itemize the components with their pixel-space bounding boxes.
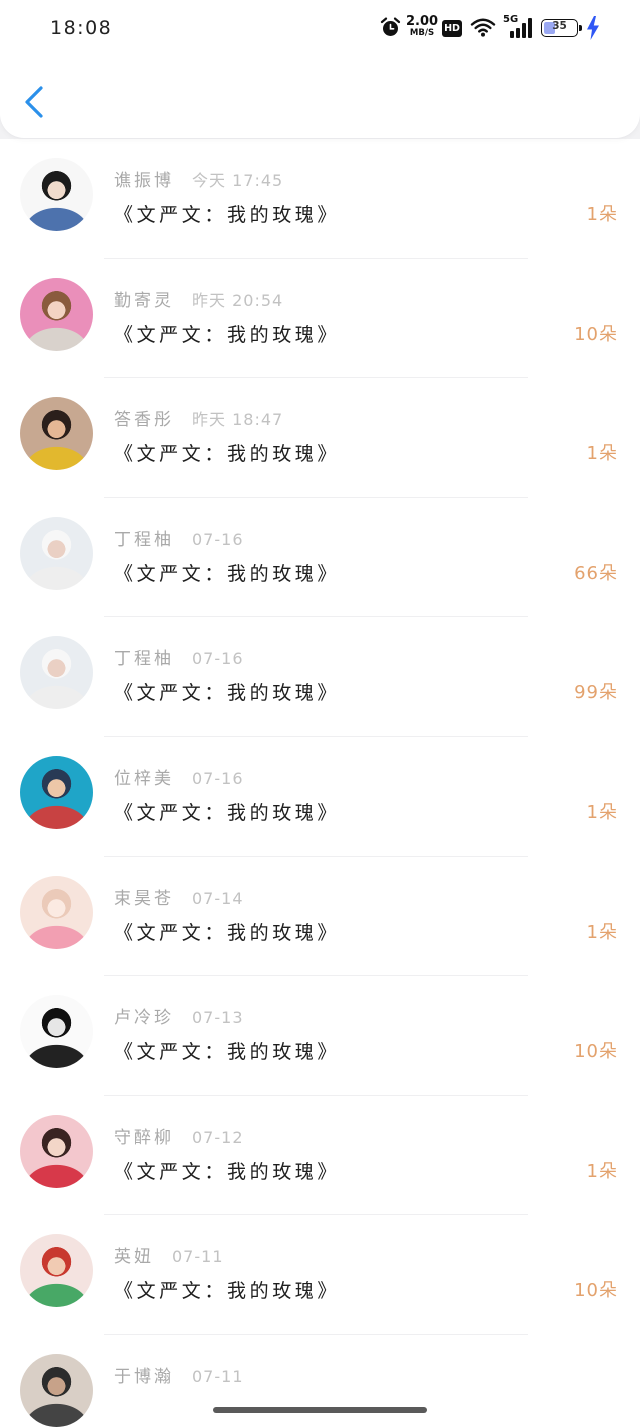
list-item[interactable]: 位梓美 07-16 《文严文：我的玫瑰》 1朵 bbox=[0, 737, 640, 857]
item-title: 《文严文：我的玫瑰》 bbox=[114, 921, 341, 944]
item-title: 《文严文：我的玫瑰》 bbox=[114, 323, 341, 346]
rose-count: 66朵 bbox=[574, 562, 618, 584]
battery-icon: 35 bbox=[541, 19, 585, 38]
sent-time: 07-11 bbox=[172, 1247, 224, 1267]
avatar[interactable] bbox=[20, 158, 93, 231]
rose-count: 1朵 bbox=[586, 921, 618, 943]
avatar[interactable] bbox=[20, 875, 93, 949]
item-title: 《文严文：我的玫瑰》 bbox=[114, 204, 341, 226]
avatar[interactable] bbox=[20, 1353, 93, 1427]
sender-name: 束昊苍 bbox=[114, 888, 174, 909]
alarm-icon bbox=[380, 17, 401, 38]
battery-level: 35 bbox=[552, 20, 567, 32]
item-meta: 卢冷珍 07-13 bbox=[114, 1007, 244, 1029]
avatar[interactable] bbox=[20, 995, 93, 1069]
list-item[interactable]: 谯振博 今天 17:45 《文严文：我的玫瑰》 1朵 bbox=[0, 139, 640, 259]
sender-name: 守醉柳 bbox=[114, 1127, 174, 1148]
list-item[interactable]: 守醉柳 07-12 《文严文：我的玫瑰》 1朵 bbox=[0, 1096, 640, 1216]
item-meta: 答香彤 昨天 18:47 bbox=[114, 409, 283, 431]
list-item[interactable]: 卢冷珍 07-13 《文严文：我的玫瑰》 10朵 bbox=[0, 976, 640, 1096]
charging-icon bbox=[587, 16, 599, 40]
wifi-icon bbox=[470, 17, 496, 37]
list-item[interactable]: 答香彤 昨天 18:47 《文严文：我的玫瑰》 1朵 bbox=[0, 378, 640, 498]
sender-name: 答香彤 bbox=[114, 410, 174, 431]
sender-name: 于博瀚 bbox=[114, 1366, 174, 1387]
item-meta: 英妞 07-11 bbox=[114, 1246, 224, 1268]
list-item[interactable]: 英妞 07-11 《文严文：我的玫瑰》 10朵 bbox=[0, 1215, 640, 1335]
battery-body: 35 bbox=[541, 19, 578, 37]
rose-count: 10朵 bbox=[574, 323, 618, 345]
home-indicator bbox=[213, 1407, 427, 1413]
rose-count: 1朵 bbox=[586, 204, 618, 225]
network-speed-unit: MB/S bbox=[409, 28, 435, 38]
rose-count: 99朵 bbox=[574, 682, 618, 704]
sent-time: 今天 17:45 bbox=[192, 171, 284, 190]
avatar[interactable] bbox=[20, 1234, 93, 1308]
rose-count: 1朵 bbox=[586, 443, 618, 465]
sent-time: 07-11 bbox=[192, 1366, 244, 1386]
sender-name: 丁程柚 bbox=[114, 529, 174, 550]
signal-icon: 5G bbox=[503, 15, 533, 38]
item-meta: 勤寄灵 昨天 20:54 bbox=[114, 290, 283, 312]
sent-time: 07-14 bbox=[192, 888, 244, 908]
item-title: 《文严文：我的玫瑰》 bbox=[114, 443, 341, 466]
avatar[interactable] bbox=[20, 397, 93, 471]
item-meta: 于博瀚 07-11 bbox=[114, 1366, 244, 1388]
sender-name: 卢冷珍 bbox=[114, 1008, 174, 1029]
item-title: 《文严文：我的玫瑰》 bbox=[114, 801, 341, 824]
item-title: 《文严文：我的玫瑰》 bbox=[114, 1160, 341, 1183]
header-bar: 18:08 2.00 MB/S HD 5G 35 bbox=[0, 0, 640, 138]
item-title: 《文严文：我的玫瑰》 bbox=[114, 1041, 341, 1064]
list-item[interactable]: 丁程柚 07-16 《文严文：我的玫瑰》 66朵 bbox=[0, 498, 640, 618]
sender-name: 勤寄灵 bbox=[114, 290, 174, 311]
rose-count: 1朵 bbox=[586, 801, 618, 823]
sent-time: 昨天 20:54 bbox=[192, 290, 284, 310]
sent-time: 07-16 bbox=[192, 768, 244, 788]
rose-count: 10朵 bbox=[574, 1280, 618, 1302]
avatar[interactable] bbox=[20, 516, 93, 590]
item-title: 《文严文：我的玫瑰》 bbox=[114, 562, 341, 585]
item-title: 《文严文：我的玫瑰》 bbox=[114, 682, 341, 705]
hd-badge: HD bbox=[442, 20, 462, 37]
status-time: 18:08 bbox=[50, 17, 113, 39]
sent-time: 07-16 bbox=[192, 529, 244, 549]
avatar[interactable] bbox=[20, 755, 93, 829]
network-speed: 2.00 MB/S bbox=[406, 15, 438, 39]
rose-count: 1朵 bbox=[586, 1160, 618, 1182]
item-meta: 束昊苍 07-14 bbox=[114, 888, 244, 910]
avatar[interactable] bbox=[20, 636, 93, 710]
list-item[interactable]: 勤寄灵 昨天 20:54 《文严文：我的玫瑰》 10朵 bbox=[0, 259, 640, 379]
battery-nub bbox=[579, 25, 582, 31]
sender-name: 谯振博 bbox=[114, 171, 174, 191]
back-button[interactable] bbox=[14, 78, 58, 126]
item-title: 《文严文：我的玫瑰》 bbox=[114, 1280, 341, 1303]
list-item[interactable]: 束昊苍 07-14 《文严文：我的玫瑰》 1朵 bbox=[0, 857, 640, 977]
rose-count: 10朵 bbox=[574, 1041, 618, 1063]
list-item[interactable]: 丁程柚 07-16 《文严文：我的玫瑰》 99朵 bbox=[0, 617, 640, 737]
item-meta: 位梓美 07-16 bbox=[114, 768, 244, 790]
sent-time: 07-13 bbox=[192, 1008, 244, 1028]
list-item[interactable]: 于博瀚 07-11 bbox=[0, 1335, 640, 1427]
avatar[interactable] bbox=[20, 1114, 93, 1188]
sent-time: 昨天 18:47 bbox=[192, 410, 284, 430]
item-meta: 谯振博 今天 17:45 bbox=[114, 170, 283, 192]
sender-name: 位梓美 bbox=[114, 768, 174, 789]
rose-list: 谯振博 今天 17:45 《文严文：我的玫瑰》 1朵 勤寄灵 昨天 20:54 《文… bbox=[0, 139, 640, 1427]
app-screen: 18:08 2.00 MB/S HD 5G 35 谯振博 今天 17:45 《文… bbox=[0, 0, 640, 1427]
item-meta: 丁程柚 07-16 bbox=[114, 529, 244, 551]
sent-time: 07-12 bbox=[192, 1127, 244, 1147]
item-meta: 丁程柚 07-16 bbox=[114, 648, 244, 670]
chevron-left-icon bbox=[25, 86, 43, 118]
avatar[interactable] bbox=[20, 277, 93, 351]
sender-name: 丁程柚 bbox=[114, 649, 174, 670]
sent-time: 07-16 bbox=[192, 649, 244, 669]
sender-name: 英妞 bbox=[114, 1247, 154, 1268]
item-meta: 守醉柳 07-12 bbox=[114, 1127, 244, 1149]
network-speed-value: 2.00 bbox=[406, 14, 439, 29]
